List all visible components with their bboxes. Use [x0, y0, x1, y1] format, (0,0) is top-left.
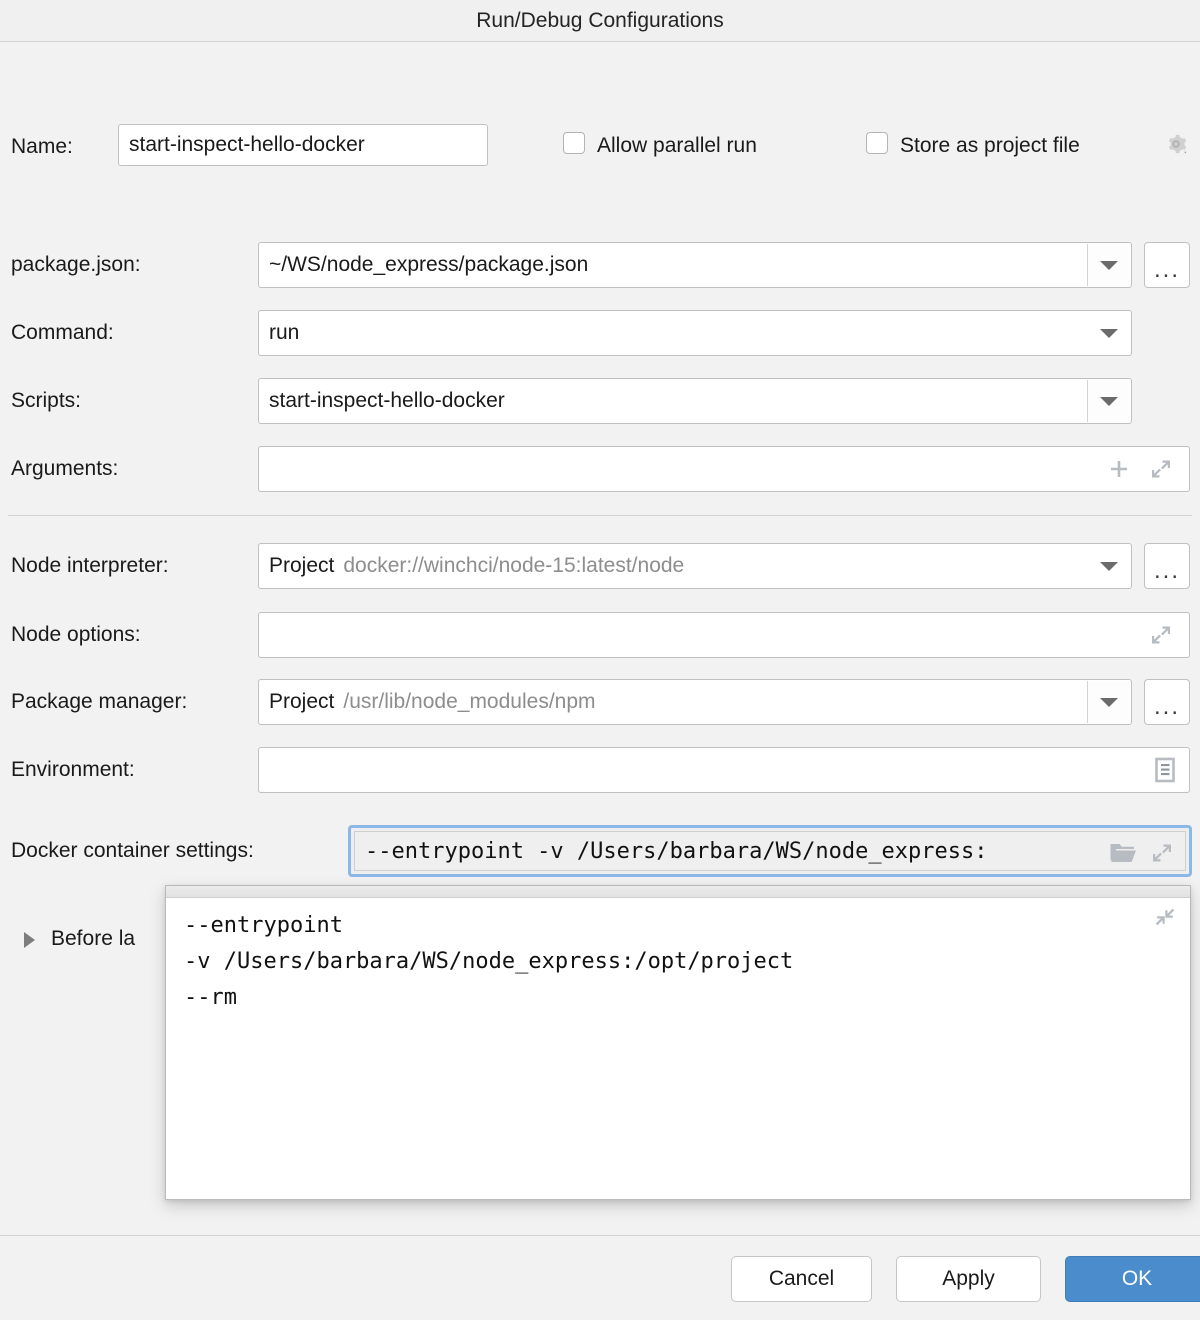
node-interpreter-browse-button[interactable]: ... [1144, 543, 1190, 589]
docker-settings-popup-text[interactable]: --entrypoint -v /Users/barbara/WS/node_e… [184, 908, 1150, 1016]
cancel-button[interactable]: Cancel [731, 1256, 872, 1302]
name-input-value: start-inspect-hello-docker [119, 133, 365, 157]
node-options-label: Node options: [11, 624, 141, 645]
scripts-value: start-inspect-hello-docker [259, 389, 505, 413]
package-manager-browse-button[interactable]: ... [1144, 679, 1190, 725]
scripts-dropdown-arrow[interactable] [1087, 380, 1130, 422]
environment-variables-icon[interactable] [1152, 756, 1178, 784]
docker-container-settings-label: Docker container settings: [11, 840, 254, 861]
gear-icon[interactable] [1163, 131, 1189, 157]
popup-header [166, 886, 1190, 898]
plus-icon[interactable] [1106, 456, 1132, 482]
package-manager-value-secondary: /usr/lib/node_modules/npm [334, 690, 595, 714]
package-manager-combo[interactable]: Project /usr/lib/node_modules/npm [258, 679, 1132, 725]
window-title: Run/Debug Configurations [476, 9, 724, 33]
command-label: Command: [11, 322, 114, 343]
package-manager-dropdown-arrow[interactable] [1087, 681, 1130, 723]
docker-container-settings-input[interactable]: --entrypoint -v /Users/barbara/WS/node_e… [348, 825, 1192, 877]
scripts-label: Scripts: [11, 390, 81, 411]
package-json-label: package.json: [11, 254, 141, 275]
name-input[interactable]: start-inspect-hello-docker [118, 124, 488, 166]
package-json-dropdown-arrow[interactable] [1087, 244, 1130, 286]
expand-icon[interactable] [1149, 840, 1175, 866]
node-interpreter-label: Node interpreter: [11, 555, 169, 576]
section-divider [8, 515, 1192, 516]
arguments-input[interactable] [258, 446, 1190, 492]
expand-icon[interactable] [1148, 622, 1174, 648]
chevron-down-icon [1100, 698, 1118, 707]
package-json-combo[interactable]: ~/WS/node_express/package.json [258, 242, 1132, 288]
node-interpreter-value-primary: Project [259, 554, 334, 578]
chevron-down-icon [1100, 261, 1118, 270]
window-titlebar: Run/Debug Configurations [0, 0, 1200, 42]
allow-parallel-run-checkbox[interactable] [563, 132, 585, 154]
node-interpreter-dropdown-arrow[interactable] [1088, 545, 1130, 587]
store-as-project-file-label: Store as project file [900, 135, 1080, 156]
store-as-project-file-checkbox[interactable] [866, 132, 888, 154]
node-interpreter-value-secondary: docker://winchci/node-15:latest/node [334, 554, 684, 578]
chevron-down-icon [1100, 329, 1118, 338]
command-value: run [259, 321, 299, 345]
node-options-input[interactable] [258, 612, 1190, 658]
triangle-right-icon[interactable] [24, 932, 35, 948]
docker-container-settings-value: --entrypoint -v /Users/barbara/WS/node_e… [355, 839, 988, 864]
apply-button[interactable]: Apply [896, 1256, 1041, 1302]
folder-icon[interactable] [1109, 840, 1137, 866]
name-label: Name: [11, 136, 73, 157]
before-launch-label: Before la [51, 928, 135, 949]
docker-settings-expanded-popup[interactable]: --entrypoint -v /Users/barbara/WS/node_e… [165, 885, 1191, 1200]
scripts-combo[interactable]: start-inspect-hello-docker [258, 378, 1132, 424]
package-manager-value-primary: Project [259, 690, 334, 714]
environment-label: Environment: [11, 759, 135, 780]
chevron-down-icon [1100, 562, 1118, 571]
command-dropdown-arrow[interactable] [1088, 312, 1130, 354]
package-manager-label: Package manager: [11, 691, 187, 712]
dialog-footer: Cancel Apply OK [0, 1235, 1200, 1320]
command-combo[interactable]: run [258, 310, 1132, 356]
expand-icon[interactable] [1148, 456, 1174, 482]
ok-button[interactable]: OK [1065, 1256, 1200, 1302]
package-json-value: ~/WS/node_express/package.json [259, 253, 588, 277]
environment-input[interactable] [258, 747, 1190, 793]
node-interpreter-combo[interactable]: Project docker://winchci/node-15:latest/… [258, 543, 1132, 589]
allow-parallel-run-label: Allow parallel run [597, 135, 757, 156]
arguments-label: Arguments: [11, 458, 118, 479]
dialog-content: Name: start-inspect-hello-docker Allow p… [0, 42, 1200, 1234]
collapse-icon[interactable] [1152, 904, 1178, 930]
package-json-browse-button[interactable]: ... [1144, 242, 1190, 288]
chevron-down-icon [1100, 397, 1118, 406]
